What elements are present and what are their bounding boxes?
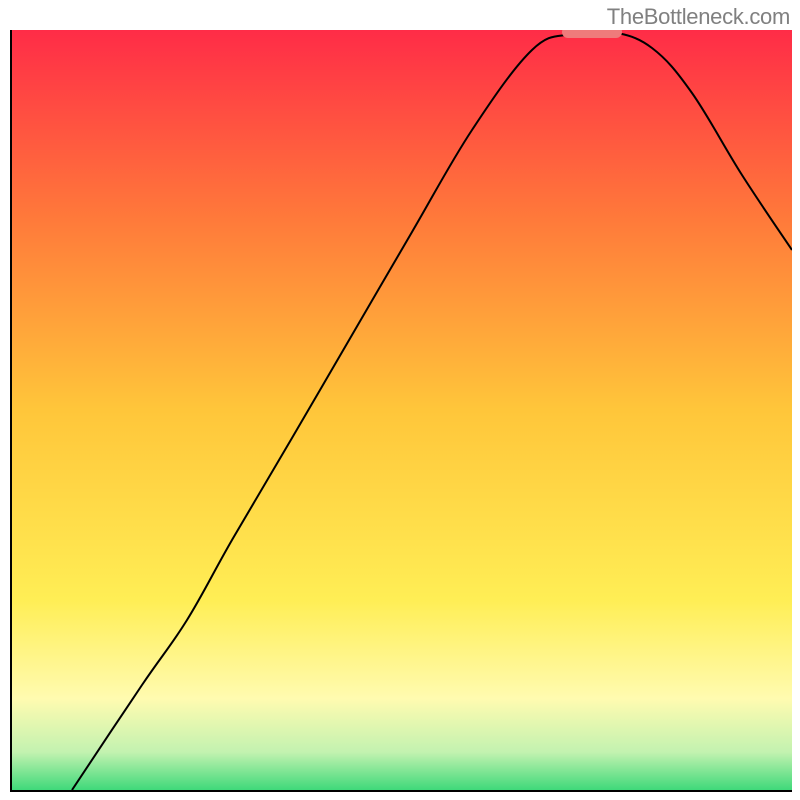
optimal-marker	[562, 30, 622, 38]
gradient-background	[12, 30, 792, 790]
chart-plot-area	[10, 30, 792, 792]
watermark-text: TheBottleneck.com	[607, 4, 790, 30]
chart-svg	[12, 30, 792, 790]
